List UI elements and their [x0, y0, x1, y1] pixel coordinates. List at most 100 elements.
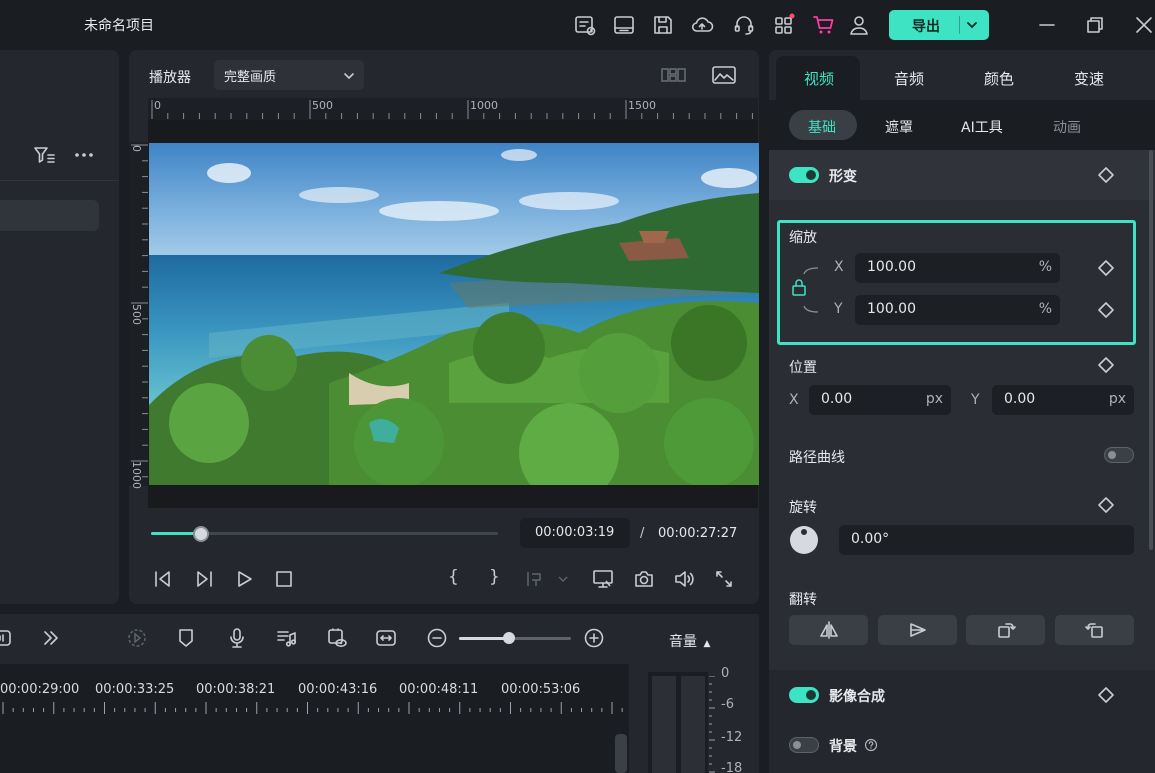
more-options-icon[interactable]	[72, 143, 96, 167]
background-title: 背景	[829, 739, 857, 755]
position-y-input[interactable]: 0.00 px	[992, 385, 1134, 415]
next-frame-icon[interactable]	[193, 568, 215, 590]
music-list-icon[interactable]	[275, 627, 297, 649]
snapshot-image-icon[interactable]	[710, 64, 738, 86]
keyframe-diamond-icon[interactable]	[1097, 356, 1115, 374]
user-avatar-icon[interactable]	[847, 13, 871, 37]
zoom-slider-fill	[459, 637, 509, 640]
fit-timeline-icon[interactable]	[375, 627, 397, 649]
mark-in-button[interactable]: {	[448, 567, 459, 587]
rotation-dial[interactable]	[789, 525, 819, 555]
subtab-animation[interactable]: 动画	[1053, 117, 1081, 137]
subtab-basic[interactable]: 基础	[789, 110, 857, 140]
rotate-counterclockwise-button[interactable]	[1055, 615, 1134, 645]
zoom-slider-handle[interactable]	[503, 632, 515, 644]
tab-color[interactable]: 颜色	[984, 68, 1014, 89]
play-icon[interactable]	[233, 568, 255, 590]
caret-up-icon: ▲	[703, 639, 711, 649]
search-input[interactable]	[0, 200, 99, 231]
playback-speed-icon[interactable]	[126, 627, 148, 649]
db-label: -6	[721, 697, 734, 712]
grid-view-icon[interactable]	[660, 64, 688, 86]
keyframe-diamond-icon[interactable]	[1097, 166, 1115, 184]
volume-icon[interactable]	[673, 568, 695, 590]
mark-out-button[interactable]: }	[489, 567, 500, 587]
tab-speed[interactable]: 变速	[1074, 68, 1104, 89]
media-panel	[0, 50, 119, 604]
properties-scrollbar[interactable]	[1149, 150, 1153, 550]
ruler-label: 0	[130, 145, 143, 152]
subtab-mask[interactable]: 遮罩	[885, 117, 913, 137]
quality-select[interactable]: 完整画质	[214, 60, 364, 90]
divider	[0, 180, 119, 181]
progress-handle[interactable]	[193, 526, 209, 542]
minimize-icon[interactable]	[1035, 13, 1059, 37]
keyframe-diamond-icon[interactable]	[1097, 496, 1115, 514]
video-preview[interactable]	[149, 143, 759, 485]
total-time: 00:00:27:27	[658, 526, 738, 541]
time-separator: /	[640, 526, 645, 541]
ruler-label: 1000	[130, 461, 143, 489]
transform-toggle[interactable]	[789, 167, 819, 183]
flip-horizontal-button[interactable]	[789, 615, 868, 645]
timeline-timecode: 00:00:53:06	[501, 682, 581, 697]
tab-video[interactable]: 视频	[804, 68, 834, 89]
timeline-scrollbar[interactable]	[615, 734, 627, 773]
close-icon[interactable]	[1132, 13, 1155, 37]
filter-icon[interactable]	[32, 143, 56, 167]
path-curve-toggle[interactable]	[1104, 447, 1134, 463]
ruler-label: 1500	[628, 99, 656, 112]
apps-grid-icon[interactable]	[772, 13, 796, 37]
layout-icon[interactable]	[612, 13, 636, 37]
timeline-ruler	[0, 700, 629, 716]
rotation-input[interactable]: 0.00°	[839, 525, 1134, 555]
help-icon[interactable]	[864, 738, 878, 752]
timeline-timecode: 00:00:29:00	[0, 682, 80, 697]
position-x-axis: X	[789, 392, 799, 408]
save-icon[interactable]	[651, 13, 675, 37]
project-settings-icon[interactable]	[573, 13, 597, 37]
previous-frame-icon[interactable]	[152, 568, 174, 590]
export-button[interactable]: 导出	[889, 10, 989, 40]
insert-clip-icon[interactable]	[523, 568, 571, 590]
stop-icon[interactable]	[273, 568, 295, 590]
timeline-area[interactable]	[0, 664, 629, 773]
flip-vertical-button[interactable]	[878, 615, 957, 645]
rotate-clockwise-button[interactable]	[966, 615, 1045, 645]
keyframe-diamond-icon[interactable]	[1097, 686, 1115, 704]
marker-icon[interactable]	[175, 627, 197, 649]
preview-render-icon[interactable]	[326, 627, 348, 649]
compositing-toggle[interactable]	[789, 687, 819, 703]
screenshot-camera-icon[interactable]	[633, 568, 655, 590]
cloud-upload-icon[interactable]	[690, 13, 714, 37]
position-x-input[interactable]: 0.00 px	[809, 385, 951, 415]
tab-audio[interactable]: 音频	[894, 68, 924, 89]
display-monitor-icon[interactable]	[592, 568, 614, 590]
audio-record-icon[interactable]	[0, 627, 14, 649]
vertical-ruler: 0 500 1000	[129, 142, 148, 489]
current-time-field[interactable]: 00:00:03:19	[520, 518, 630, 548]
transform-title: 形变	[829, 169, 857, 185]
expand-toolbar-icon[interactable]	[40, 627, 62, 649]
fullscreen-icon[interactable]	[713, 568, 735, 590]
zoom-out-icon[interactable]	[426, 627, 448, 649]
horizontal-ruler: 0 500 1000 1500	[148, 98, 758, 120]
meter-right-channel	[681, 676, 705, 773]
support-headset-icon[interactable]	[732, 13, 756, 37]
meter-left-channel	[652, 676, 676, 773]
timeline-timecode: 00:00:43:16	[298, 682, 378, 697]
microphone-icon[interactable]	[226, 627, 248, 649]
flip-label: 翻转	[789, 592, 817, 608]
store-cart-icon[interactable]	[812, 13, 836, 37]
subtab-ai-tools[interactable]: AI工具	[961, 117, 1003, 137]
meter-scale	[709, 676, 717, 773]
restore-window-icon[interactable]	[1083, 13, 1107, 37]
volume-label[interactable]: 音量 ▲	[669, 631, 710, 651]
ruler-label: 500	[312, 99, 333, 112]
path-curve-label: 路径曲线	[789, 450, 845, 466]
chevron-down-icon[interactable]	[965, 18, 979, 32]
position-y-axis: Y	[971, 392, 980, 408]
player-label: 播放器	[149, 70, 191, 86]
zoom-in-icon[interactable]	[583, 627, 605, 649]
background-toggle[interactable]	[789, 737, 819, 753]
